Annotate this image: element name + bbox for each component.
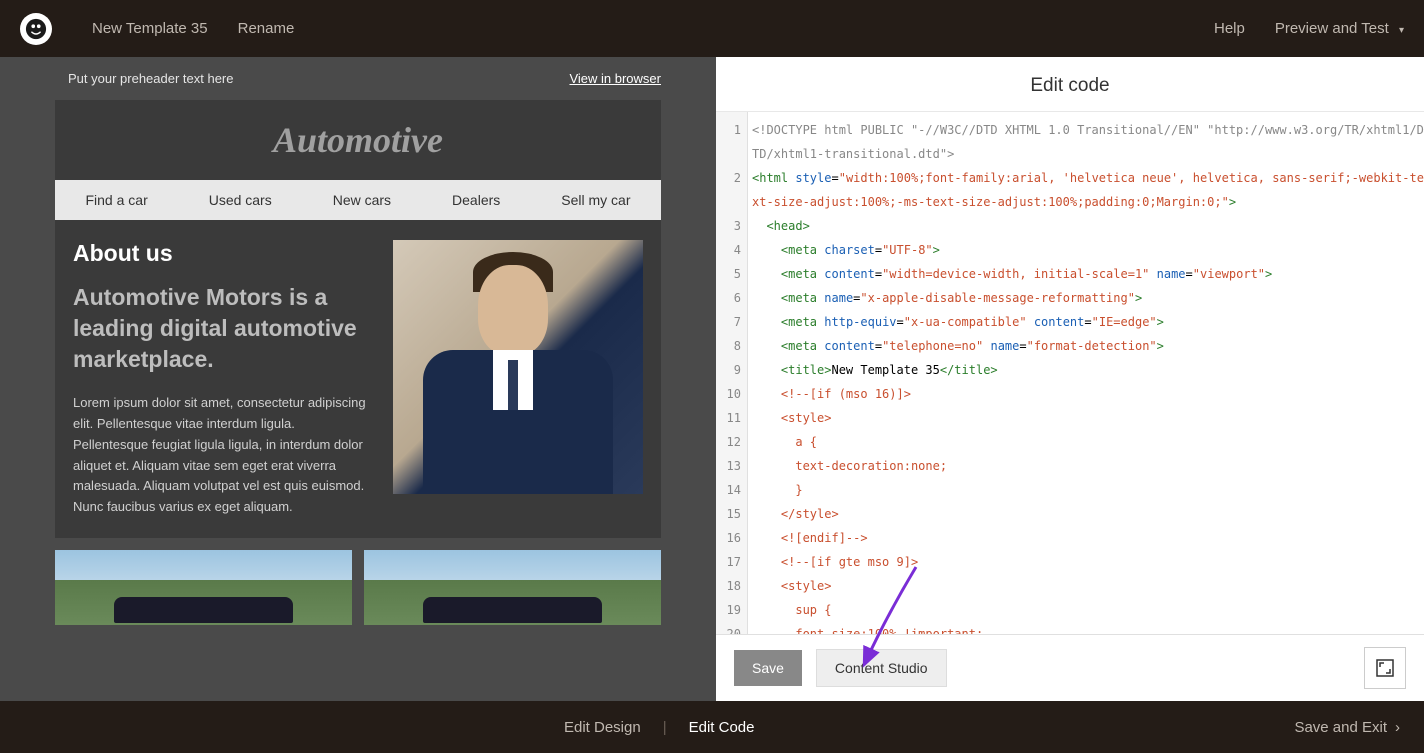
save-and-exit-button[interactable]: Save and Exit › — [1294, 719, 1400, 736]
top-bar: New Template 35 Rename Help Preview and … — [0, 0, 1424, 57]
chevron-down-icon: ▾ — [1399, 25, 1404, 36]
code-editor[interactable]: 1234567891011121314151617181920 <!DOCTYP… — [716, 111, 1424, 635]
mailchimp-logo-icon[interactable] — [20, 13, 52, 45]
about-image — [393, 240, 643, 494]
nav-find-car[interactable]: Find a car — [85, 192, 147, 208]
edit-design-tab[interactable]: Edit Design — [564, 719, 641, 736]
car-image-2 — [364, 550, 661, 625]
save-exit-label: Save and Exit — [1294, 719, 1387, 736]
content-studio-button[interactable]: Content Studio — [816, 649, 947, 687]
help-link[interactable]: Help — [1214, 20, 1245, 37]
preheader-text[interactable]: Put your preheader text here — [68, 71, 234, 86]
template-name[interactable]: New Template 35 — [92, 20, 208, 37]
brand-banner: Automotive — [55, 100, 661, 180]
rename-button[interactable]: Rename — [238, 20, 295, 37]
expand-editor-button[interactable] — [1364, 647, 1406, 689]
preview-test-label: Preview and Test — [1275, 20, 1389, 37]
brand-logo-text: Automotive — [273, 119, 443, 161]
preview-test-dropdown[interactable]: Preview and Test ▾ — [1275, 20, 1404, 37]
code-panel-title: Edit code — [716, 57, 1424, 111]
expand-icon — [1376, 659, 1394, 677]
nav-new-cars[interactable]: New cars — [333, 192, 391, 208]
view-in-browser-link[interactable]: View in browser — [569, 71, 661, 86]
code-editor-pane: Edit code 123456789101112131415161718192… — [716, 57, 1424, 701]
code-lines[interactable]: <!DOCTYPE html PUBLIC "-//W3C//DTD XHTML… — [748, 112, 1424, 634]
nav-dealers[interactable]: Dealers — [452, 192, 500, 208]
car-image-1 — [55, 550, 352, 625]
edit-code-tab[interactable]: Edit Code — [689, 719, 755, 736]
nav-sell-car[interactable]: Sell my car — [561, 192, 630, 208]
chevron-right-icon: › — [1395, 719, 1400, 736]
about-heading: About us — [73, 240, 373, 267]
nav-used-cars[interactable]: Used cars — [209, 192, 272, 208]
email-body[interactable]: Automotive Find a car Used cars New cars… — [55, 100, 661, 538]
line-number-gutter: 1234567891011121314151617181920 — [716, 112, 748, 634]
about-subheading: Automotive Motors is a leading digital a… — [73, 282, 373, 375]
email-navbar: Find a car Used cars New cars Dealers Se… — [55, 180, 661, 220]
tab-divider: | — [663, 719, 667, 736]
email-preview-pane: Put your preheader text here View in bro… — [0, 57, 716, 701]
bottom-bar: Edit Design | Edit Code Save and Exit › — [0, 701, 1424, 753]
about-body-text: Lorem ipsum dolor sit amet, consectetur … — [73, 393, 373, 518]
save-button[interactable]: Save — [734, 650, 802, 686]
